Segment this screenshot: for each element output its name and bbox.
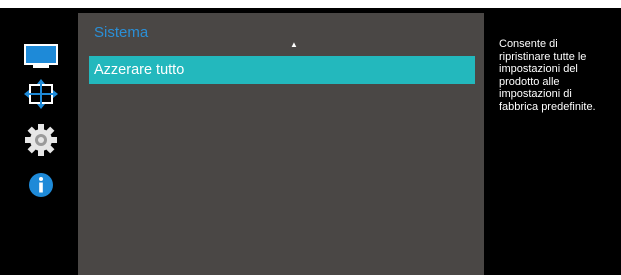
main-menu-panel: Sistema ▲ Azzerare tutto xyxy=(78,13,484,275)
info-icon[interactable] xyxy=(22,167,60,203)
help-line: prodotto alle xyxy=(499,75,560,88)
help-line: impostazioni di xyxy=(499,88,572,100)
scroll-up-arrow-icon[interactable]: ▲ xyxy=(290,41,298,49)
resize-arrows-icon[interactable] xyxy=(22,76,60,112)
menu-item-reset-all[interactable]: Azzerare tutto xyxy=(89,56,475,84)
help-line: impostazioni del xyxy=(499,63,578,75)
help-line: fabbrica predefinite. xyxy=(499,100,596,113)
icon-sidebar xyxy=(0,8,72,275)
help-line: Consente di xyxy=(499,38,558,50)
menu-title: Sistema xyxy=(94,24,149,41)
monitor-icon[interactable] xyxy=(22,39,60,75)
gear-icon[interactable] xyxy=(22,122,60,158)
help-panel: Consente di ripristinare tutte le impost… xyxy=(489,13,621,275)
help-text: Consente di ripristinare tutte le impost… xyxy=(499,38,619,113)
help-line: ripristinare tutte le xyxy=(499,50,587,63)
